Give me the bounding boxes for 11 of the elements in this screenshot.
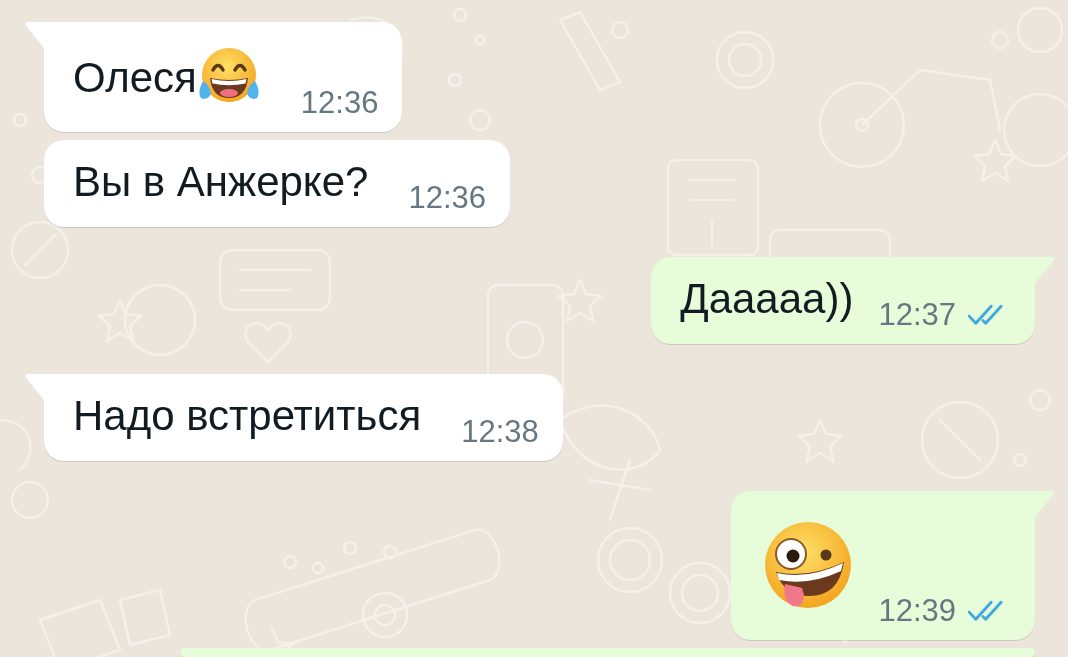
- message-time: 12:38: [461, 414, 539, 450]
- message-text: Надо встретиться: [73, 391, 422, 441]
- message-time: 12:36: [408, 180, 486, 216]
- message-text: Олеся: [73, 53, 197, 103]
- message-text: Дааааа)): [680, 274, 854, 324]
- message-time: 12:37: [878, 297, 956, 333]
- message-time: 12:36: [300, 85, 379, 121]
- tongue-out-face-emoji-icon: [763, 519, 854, 611]
- laughing-tears-emoji-icon: [196, 47, 261, 103]
- message-text: Вы в Анжерке?: [73, 157, 369, 207]
- message-time: 12:39: [878, 593, 956, 629]
